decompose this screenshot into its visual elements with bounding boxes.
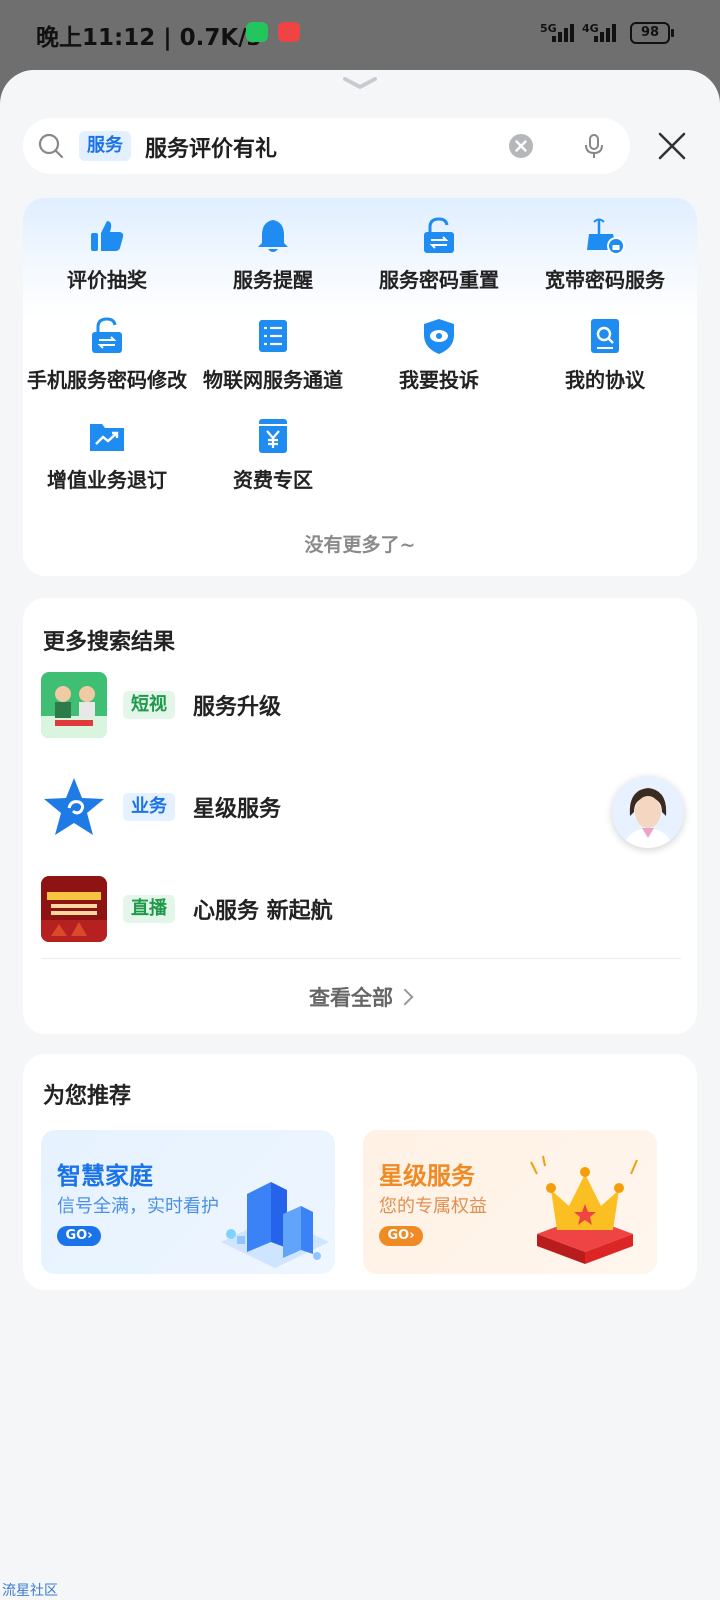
more-results-panel: 更多搜索结果 短视 服务升级 业务 星级服务 直播 心服务 新起航 查看全部 xyxy=(23,598,697,1034)
service-item-vas-unsubscribe[interactable]: 增值业务退订 xyxy=(23,416,191,508)
service-item-evaluation-lottery[interactable]: 评价抽奖 xyxy=(23,216,191,308)
battery-icon: 98 xyxy=(630,22,674,44)
assistant-avatar[interactable] xyxy=(612,776,684,848)
search-sheet: 服务 评价抽奖 服务提醒 xyxy=(0,70,720,1600)
bell-icon xyxy=(258,220,288,252)
result-item[interactable]: 短视 服务升级 xyxy=(41,672,681,738)
signal-bars-icon xyxy=(594,24,620,42)
crown-illustration xyxy=(530,1155,638,1264)
watermark-text: 流星社区 xyxy=(2,1583,58,1599)
list-icon xyxy=(259,320,287,352)
result-title: 心服务 新起航 xyxy=(193,899,333,924)
message-app-icon xyxy=(246,22,268,42)
service-label: 物联网服务通道 xyxy=(203,368,343,392)
service-label: 我要投诉 xyxy=(399,368,479,392)
service-item-my-agreement[interactable]: 我的协议 xyxy=(521,316,689,408)
microphone-icon[interactable] xyxy=(579,131,609,161)
video-thumbnail xyxy=(41,672,107,738)
search-icon xyxy=(38,133,64,159)
service-label: 资费专区 xyxy=(233,468,313,492)
search-bar[interactable]: 服务 xyxy=(23,118,630,174)
go-button[interactable]: GO› xyxy=(57,1226,101,1246)
service-item-password-reset[interactable]: 服务密码重置 xyxy=(355,216,523,308)
card-subtitle: 您的专属权益 xyxy=(379,1196,487,1217)
divider xyxy=(41,958,681,959)
search-input[interactable] xyxy=(143,126,507,168)
status-time: 晚上11:12 | 0.7K/s xyxy=(36,25,261,51)
folder-chart-icon xyxy=(90,424,124,451)
view-all-label: 查看全部 xyxy=(309,986,393,1010)
service-item-phone-password-change[interactable]: 手机服务密码修改 xyxy=(23,316,191,408)
live-thumbnail xyxy=(41,876,107,942)
no-more-text: 没有更多了~ xyxy=(304,534,416,556)
result-title: 星级服务 xyxy=(193,797,282,822)
section-title: 为您推荐 xyxy=(43,1084,132,1109)
service-item-reminder[interactable]: 服务提醒 xyxy=(189,216,357,308)
result-item[interactable]: 直播 心服务 新起航 xyxy=(41,876,681,942)
video-app-icon xyxy=(278,22,300,42)
result-type-badge: 短视 xyxy=(123,691,175,719)
result-type-badge: 业务 xyxy=(123,793,175,821)
recommend-panel: 为您推荐 智慧家庭 信号全满，实时看护 GO› 星级服务 您的专属权益 GO› xyxy=(23,1054,697,1290)
star-service-icon xyxy=(41,774,107,840)
service-label: 服务密码重置 xyxy=(379,268,499,292)
service-label: 宽带密码服务 xyxy=(545,268,665,292)
close-icon[interactable] xyxy=(654,128,690,164)
service-grid-panel: 评价抽奖 服务提醒 服务密码重置 宽带密码服务 手机服务密码修改 物联网服务通道… xyxy=(23,198,697,576)
service-label: 增值业务退订 xyxy=(47,468,167,492)
service-label: 评价抽奖 xyxy=(67,268,147,292)
unlock-icon xyxy=(92,317,122,353)
service-item-broadband-password[interactable]: 宽带密码服务 xyxy=(521,216,689,308)
service-item-tariff-zone[interactable]: 资费专区 xyxy=(189,416,357,508)
service-label: 我的协议 xyxy=(565,368,645,392)
document-search-icon xyxy=(591,319,619,353)
unlock-icon xyxy=(424,217,454,253)
chevron-down-icon[interactable] xyxy=(343,76,377,90)
card-title: 星级服务 xyxy=(379,1162,475,1190)
status-bar: 晚上11:12 | 0.7K/s 5G 4G 98 xyxy=(0,0,720,68)
recommend-card-smart-home[interactable]: 智慧家庭 信号全满，实时看护 GO› xyxy=(41,1130,335,1274)
service-item-iot-channel[interactable]: 物联网服务通道 xyxy=(189,316,357,408)
service-label: 手机服务密码修改 xyxy=(27,368,187,392)
service-item-complaint[interactable]: 我要投诉 xyxy=(355,316,523,408)
thumbs-up-icon xyxy=(91,221,124,251)
router-lock-icon xyxy=(587,218,625,255)
clear-icon[interactable] xyxy=(508,133,534,159)
search-category-tag[interactable]: 服务 xyxy=(79,131,131,161)
result-type-badge: 直播 xyxy=(123,895,175,923)
shield-eye-icon xyxy=(424,319,454,354)
result-title: 服务升级 xyxy=(193,695,282,720)
section-title: 更多搜索结果 xyxy=(43,630,176,655)
recommend-card-star-service[interactable]: 星级服务 您的专属权益 GO› xyxy=(363,1130,657,1274)
card-title: 智慧家庭 xyxy=(57,1162,153,1190)
result-item[interactable]: 业务 星级服务 xyxy=(41,774,681,840)
signal-bars-icon xyxy=(552,24,578,42)
view-all-button[interactable]: 查看全部 xyxy=(23,982,697,1012)
service-label: 服务提醒 xyxy=(233,268,313,292)
buildings-illustration xyxy=(221,1182,329,1268)
chevron-right-icon xyxy=(396,988,414,1006)
go-button[interactable]: GO› xyxy=(379,1226,423,1246)
yuan-book-icon xyxy=(259,419,287,453)
card-subtitle: 信号全满，实时看护 xyxy=(57,1196,219,1217)
